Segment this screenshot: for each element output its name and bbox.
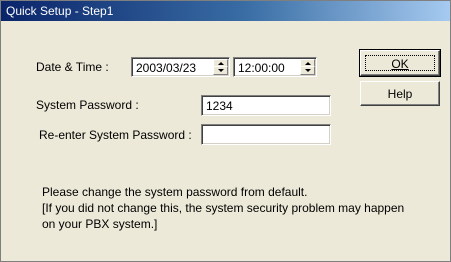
message-line: on your PBX system.] (42, 217, 158, 231)
time-spin-down-button[interactable] (300, 66, 315, 75)
time-value: 12:00:00 (238, 61, 285, 75)
date-time-label: Date & Time : (36, 60, 109, 74)
date-spinner (213, 59, 228, 75)
reenter-password-label: Re-enter System Password : (39, 128, 192, 142)
message-line: Please change the system password from d… (42, 185, 308, 199)
help-button-label: Help (387, 87, 413, 101)
arrow-up-icon (305, 62, 311, 65)
system-password-input[interactable]: 1234 (201, 95, 331, 116)
ok-button[interactable]: OK (359, 49, 441, 77)
date-spin-down-button[interactable] (213, 66, 228, 75)
time-spinner (300, 59, 315, 75)
arrow-down-icon (218, 69, 224, 72)
password-warning-message: Please change the system password from d… (42, 184, 404, 232)
date-value: 2003/03/23 (136, 61, 197, 75)
arrow-up-icon (218, 62, 224, 65)
title-bar: Quick Setup - Step1 (1, 1, 450, 21)
window-title: Quick Setup - Step1 (6, 4, 114, 18)
system-password-label: System Password : (36, 98, 139, 112)
time-spin-input[interactable]: 12:00:00 (233, 57, 317, 77)
quick-setup-dialog: Quick Setup - Step1 Date & Time : 2003/0… (0, 0, 451, 262)
reenter-password-input[interactable] (201, 124, 331, 145)
date-spin-input[interactable]: 2003/03/23 (131, 57, 230, 77)
help-button[interactable]: Help (360, 81, 440, 106)
system-password-value: 1234 (206, 99, 233, 113)
arrow-down-icon (305, 69, 311, 72)
message-line: [If you did not change this, the system … (42, 201, 405, 215)
ok-button-label: OK (391, 57, 409, 71)
